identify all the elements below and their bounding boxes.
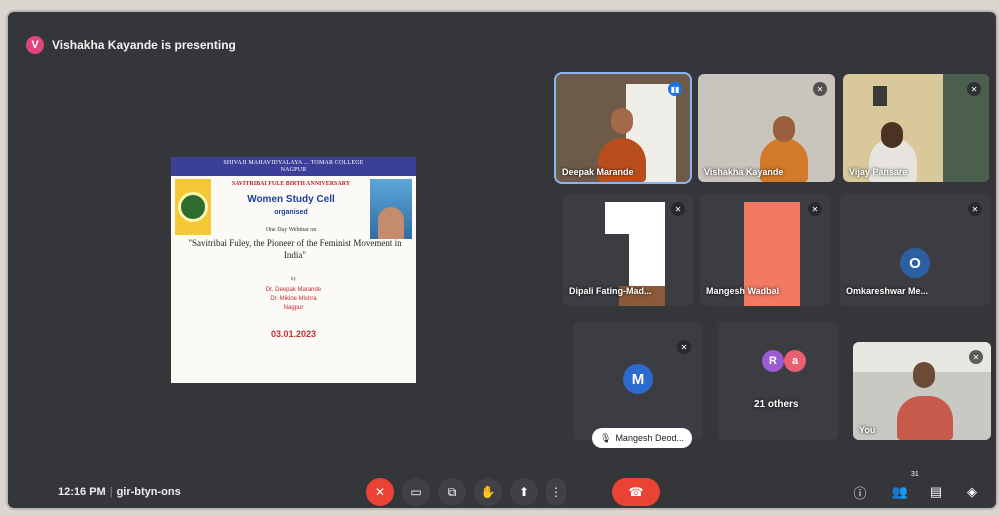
- college-logo: [175, 179, 211, 235]
- slide-header: SHIVAJI MAHAVIDYALAYA ... TOMAR COLLEGE …: [171, 157, 416, 176]
- mic-off-icon: ✕: [969, 350, 983, 364]
- participant-avatar: O: [900, 248, 930, 278]
- activities-icon[interactable]: ◈: [962, 482, 982, 502]
- slide-college-name: SHIVAJI MAHAVIDYALAYA ... TOMAR COLLEGE: [223, 160, 364, 166]
- end-call-icon[interactable]: ☎: [612, 478, 660, 506]
- participant-name: Omkareshwar Me...: [846, 286, 929, 296]
- meeting-info: 12:16 PM | gir-btyn-ons: [58, 486, 181, 498]
- mic-off-icon: ✕: [808, 202, 822, 216]
- slide-speaker-3: Nagpur: [283, 305, 304, 311]
- chat-icon[interactable]: ▤: [926, 482, 946, 502]
- participant-tile[interactable]: ✕ Vijay Pansare: [843, 74, 989, 182]
- more-options-icon[interactable]: ⋮: [546, 478, 566, 506]
- participant-tile[interactable]: ✕ Vishakha Kayande: [698, 74, 835, 182]
- presenting-label: Vishakha Kayande is presenting: [52, 38, 236, 52]
- camera-icon[interactable]: ▭: [402, 478, 430, 506]
- slide-by: by: [291, 277, 296, 282]
- slide-organised: organised: [274, 209, 308, 216]
- slide-college-city: NAGPUR: [280, 167, 307, 173]
- participant-name: Vishakha Kayande: [704, 167, 784, 177]
- meeting-info-separator: |: [109, 486, 113, 498]
- participant-name-chip[interactable]: 🎙 Mangesh Deod...: [592, 428, 692, 448]
- mic-off-icon[interactable]: ✕: [366, 478, 394, 506]
- participant-tile[interactable]: M ✕: [573, 322, 703, 440]
- slide-speaker-2: Dr. Mikine Mishra: [270, 296, 317, 302]
- mic-off-icon: ✕: [671, 202, 685, 216]
- present-icon[interactable]: ⬆: [510, 478, 538, 506]
- mic-off-icon: 🎙: [600, 432, 612, 443]
- participant-name: Vijay Pansare: [849, 167, 908, 177]
- meeting-time: 12:16 PM: [58, 486, 106, 498]
- raise-hand-icon[interactable]: ✋: [474, 478, 502, 506]
- mic-off-icon: ✕: [967, 82, 981, 96]
- people-icon[interactable]: 👥: [890, 482, 910, 502]
- meeting-screen: V Vishakha Kayande is presenting SHIVAJI…: [8, 12, 996, 508]
- participant-name: Deepak Marande: [562, 167, 634, 177]
- participant-avatar: M: [623, 364, 653, 394]
- slide-speaker-1: Dr. Deepak Marande: [265, 287, 322, 293]
- presenting-banner: V Vishakha Kayande is presenting: [26, 34, 236, 56]
- others-count: 21 others: [754, 399, 799, 410]
- participant-tile[interactable]: ✕ Mangesh Wadbal: [700, 194, 830, 306]
- info-icon[interactable]: ⓘ: [850, 482, 870, 502]
- presentation-slide[interactable]: SHIVAJI MAHAVIDYALAYA ... TOMAR COLLEGE …: [171, 157, 416, 383]
- slide-topic: "Savitribai Fuley, the Pioneer of the Fe…: [188, 238, 402, 260]
- mic-off-icon: ✕: [968, 202, 982, 216]
- self-name: You: [859, 425, 876, 435]
- mic-off-icon: ✕: [677, 340, 691, 354]
- savitribai-portrait: [370, 179, 412, 239]
- people-count-badge: 31: [911, 471, 919, 478]
- participant-tile[interactable]: ✕ Dipali Fating-Mad...: [563, 194, 693, 306]
- slide-anniversary: SAVITRIBAI FULE BIRTH ANNIVERSARY: [231, 181, 351, 187]
- self-view-tile[interactable]: ✕ You: [853, 342, 991, 440]
- participant-tile[interactable]: ▮▮ Deepak Marande: [556, 74, 690, 182]
- participant-name: Dipali Fating-Mad...: [569, 286, 652, 296]
- participant-tile[interactable]: O ✕ Omkareshwar Me...: [840, 194, 990, 306]
- meeting-code: gir-btyn-ons: [116, 486, 181, 498]
- slide-organizer: Women Study Cell: [247, 194, 335, 205]
- slide-date: 03.01.2023: [270, 329, 317, 339]
- presenter-avatar: V: [26, 36, 44, 54]
- mic-off-icon: ✕: [813, 82, 827, 96]
- others-tile[interactable]: R a 21 others: [718, 322, 838, 440]
- participant-avatar: a: [784, 350, 806, 372]
- captions-icon[interactable]: ⧉: [438, 478, 466, 506]
- slide-webinar-label: One Day Webinar on: [265, 227, 317, 233]
- speaking-indicator-icon: ▮▮: [668, 82, 682, 96]
- participant-name: Mangesh Deod...: [615, 433, 684, 443]
- participant-avatar: R: [762, 350, 784, 372]
- participant-name: Mangesh Wadbal: [706, 286, 780, 296]
